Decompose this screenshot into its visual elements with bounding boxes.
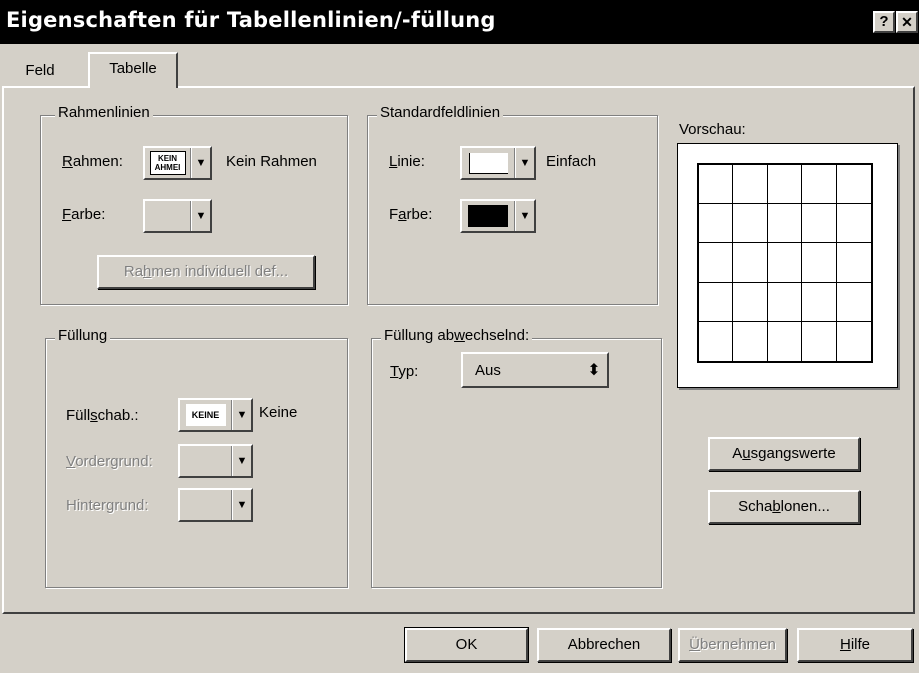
preview-cell bbox=[699, 165, 734, 205]
schablonen-button[interactable]: Schablonen... bbox=[708, 490, 860, 524]
fuellung-legend: Füllung bbox=[55, 327, 111, 345]
vorschau-label: Vorschau: bbox=[679, 121, 746, 138]
preview-cell bbox=[767, 165, 803, 205]
hintergrund-label: Hintergrund: bbox=[66, 497, 149, 514]
preview-cell bbox=[699, 204, 734, 244]
vordergrund-combo[interactable]: ▼ bbox=[178, 444, 253, 478]
hintergrund-swatch bbox=[180, 490, 232, 520]
help-button[interactable]: Hilfe bbox=[797, 628, 913, 662]
rahmen-farbe-combo[interactable]: ▼ bbox=[143, 199, 212, 233]
typ-select[interactable]: Aus ⬍ bbox=[461, 352, 609, 388]
rahmenlinien-legend: Rahmenlinien bbox=[55, 104, 153, 122]
preview-cell bbox=[836, 204, 871, 244]
preview-box bbox=[677, 143, 898, 388]
preview-cell bbox=[767, 243, 803, 283]
window-title: Eigenschaften für Tabellenlinien/-füllun… bbox=[6, 8, 496, 32]
fuellschab-swatch: KEINE bbox=[180, 400, 232, 430]
linie-swatch bbox=[462, 148, 515, 178]
linie-value: Einfach bbox=[546, 153, 597, 170]
preview-cell bbox=[836, 165, 871, 205]
preview-cell bbox=[699, 282, 734, 322]
preview-cell bbox=[768, 321, 803, 361]
ok-button[interactable]: OK bbox=[404, 627, 529, 663]
rahmen-label: Rahmen: bbox=[62, 153, 123, 170]
preview-cell bbox=[733, 282, 768, 322]
rahmen-swatch: KEIN AHMEI bbox=[145, 148, 191, 178]
preview-cell bbox=[836, 243, 871, 283]
ausgangswerte-button[interactable]: Ausgangswerte bbox=[708, 437, 860, 471]
chevron-down-icon[interactable]: ▼ bbox=[232, 400, 251, 430]
preview-cell bbox=[836, 283, 871, 322]
preview-cell bbox=[802, 165, 837, 205]
preview-cell bbox=[802, 243, 837, 283]
preview-cell bbox=[802, 204, 837, 244]
chevron-down-icon[interactable]: ▼ bbox=[191, 148, 210, 178]
preview-cell bbox=[733, 243, 768, 283]
preview-cell bbox=[699, 321, 734, 361]
chevron-down-icon[interactable]: ▼ bbox=[515, 201, 534, 231]
preview-cell bbox=[802, 282, 837, 322]
rahmen-combo[interactable]: KEIN AHMEI ▼ bbox=[143, 146, 212, 180]
linie-label: Linie: bbox=[389, 153, 425, 170]
hintergrund-combo[interactable]: ▼ bbox=[178, 488, 253, 522]
rahmen-individuell-button[interactable]: Rahmen individuell def... bbox=[97, 255, 315, 289]
preview-cell bbox=[767, 204, 803, 244]
title-bar[interactable]: Eigenschaften für Tabellenlinien/-füllun… bbox=[0, 0, 919, 44]
rahmen-value: Kein Rahmen bbox=[226, 153, 317, 170]
fuellung-abwechselnd-legend: Füllung abwechselnd: bbox=[381, 327, 533, 345]
chevron-down-icon[interactable]: ▼ bbox=[232, 446, 251, 476]
preview-cell bbox=[733, 165, 768, 205]
chevron-down-icon[interactable]: ▼ bbox=[191, 201, 210, 231]
linie-farbe-swatch bbox=[462, 201, 515, 231]
rahmen-farbe-label: Farbe: bbox=[62, 206, 106, 223]
vordergrund-label: Vordergrund: bbox=[66, 453, 153, 470]
preview-cell bbox=[733, 321, 768, 361]
close-icon[interactable]: ✕ bbox=[896, 11, 918, 33]
linie-farbe-label: Farbe: bbox=[389, 206, 433, 223]
linie-combo[interactable]: ▼ bbox=[460, 146, 536, 180]
fuellschab-label: Füllschab.: bbox=[66, 407, 139, 424]
rahmen-farbe-swatch bbox=[145, 201, 191, 231]
spinner-icon[interactable]: ⬍ bbox=[581, 354, 607, 386]
tab-tabelle[interactable]: Tabelle bbox=[88, 52, 178, 88]
standardfeldlinien-legend: Standardfeldlinien bbox=[377, 104, 504, 122]
preview-cell bbox=[802, 321, 837, 361]
chevron-down-icon[interactable]: ▼ bbox=[232, 490, 251, 520]
tab-tabelle-label: Tabelle bbox=[109, 60, 157, 77]
chevron-down-icon[interactable]: ▼ bbox=[515, 148, 534, 178]
tab-feld[interactable]: Feld bbox=[6, 56, 74, 86]
linie-farbe-combo[interactable]: ▼ bbox=[460, 199, 536, 233]
typ-label: Typ: bbox=[390, 363, 419, 380]
fuellschab-value: Keine bbox=[259, 404, 298, 421]
typ-value: Aus bbox=[475, 361, 501, 379]
preview-cell bbox=[837, 322, 871, 361]
help-icon[interactable]: ? bbox=[873, 11, 895, 33]
preview-cell bbox=[733, 204, 768, 244]
apply-button[interactable]: Übernehmen bbox=[678, 628, 787, 662]
preview-cell bbox=[767, 282, 803, 322]
cancel-button[interactable]: Abbrechen bbox=[537, 628, 671, 662]
vordergrund-swatch bbox=[180, 446, 232, 476]
preview-table bbox=[697, 163, 873, 363]
fuellschab-combo[interactable]: KEINE ▼ bbox=[178, 398, 253, 432]
preview-cell bbox=[699, 243, 734, 283]
